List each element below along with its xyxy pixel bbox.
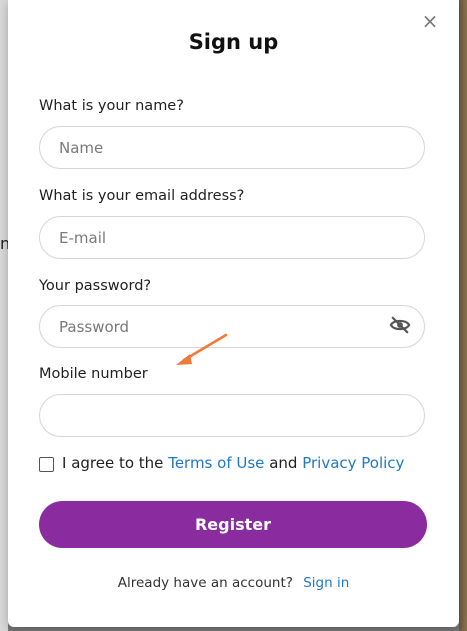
agree-conjunction: and (269, 454, 298, 472)
register-button[interactable]: Register (39, 501, 427, 548)
agree-text: I agree to the Terms of Use and Privacy … (62, 454, 404, 472)
email-label: What is your email address? (39, 188, 245, 204)
close-icon[interactable]: × (420, 11, 440, 31)
signin-footer: Already have an account? Sign in (8, 575, 459, 591)
password-label: Your password? (39, 278, 152, 294)
agree-prefix: I agree to the (62, 454, 164, 472)
name-label: What is your name? (39, 98, 184, 114)
privacy-link[interactable]: Privacy Policy (302, 454, 404, 472)
signup-modal: × Sign up What is your name? What is you… (8, 0, 459, 627)
mobile-input[interactable] (39, 394, 425, 437)
email-input[interactable] (39, 216, 425, 259)
mobile-label: Mobile number (39, 366, 148, 382)
footer-text: Already have an account? (117, 575, 293, 591)
eye-slash-icon[interactable] (389, 315, 411, 335)
terms-link[interactable]: Terms of Use (168, 454, 264, 472)
password-input[interactable] (39, 305, 425, 348)
annotation-arrow-icon (176, 333, 228, 365)
name-input[interactable] (39, 126, 425, 169)
signin-link[interactable]: Sign in (303, 575, 349, 591)
agree-checkbox[interactable] (39, 457, 54, 472)
modal-title: Sign up (188, 30, 279, 54)
